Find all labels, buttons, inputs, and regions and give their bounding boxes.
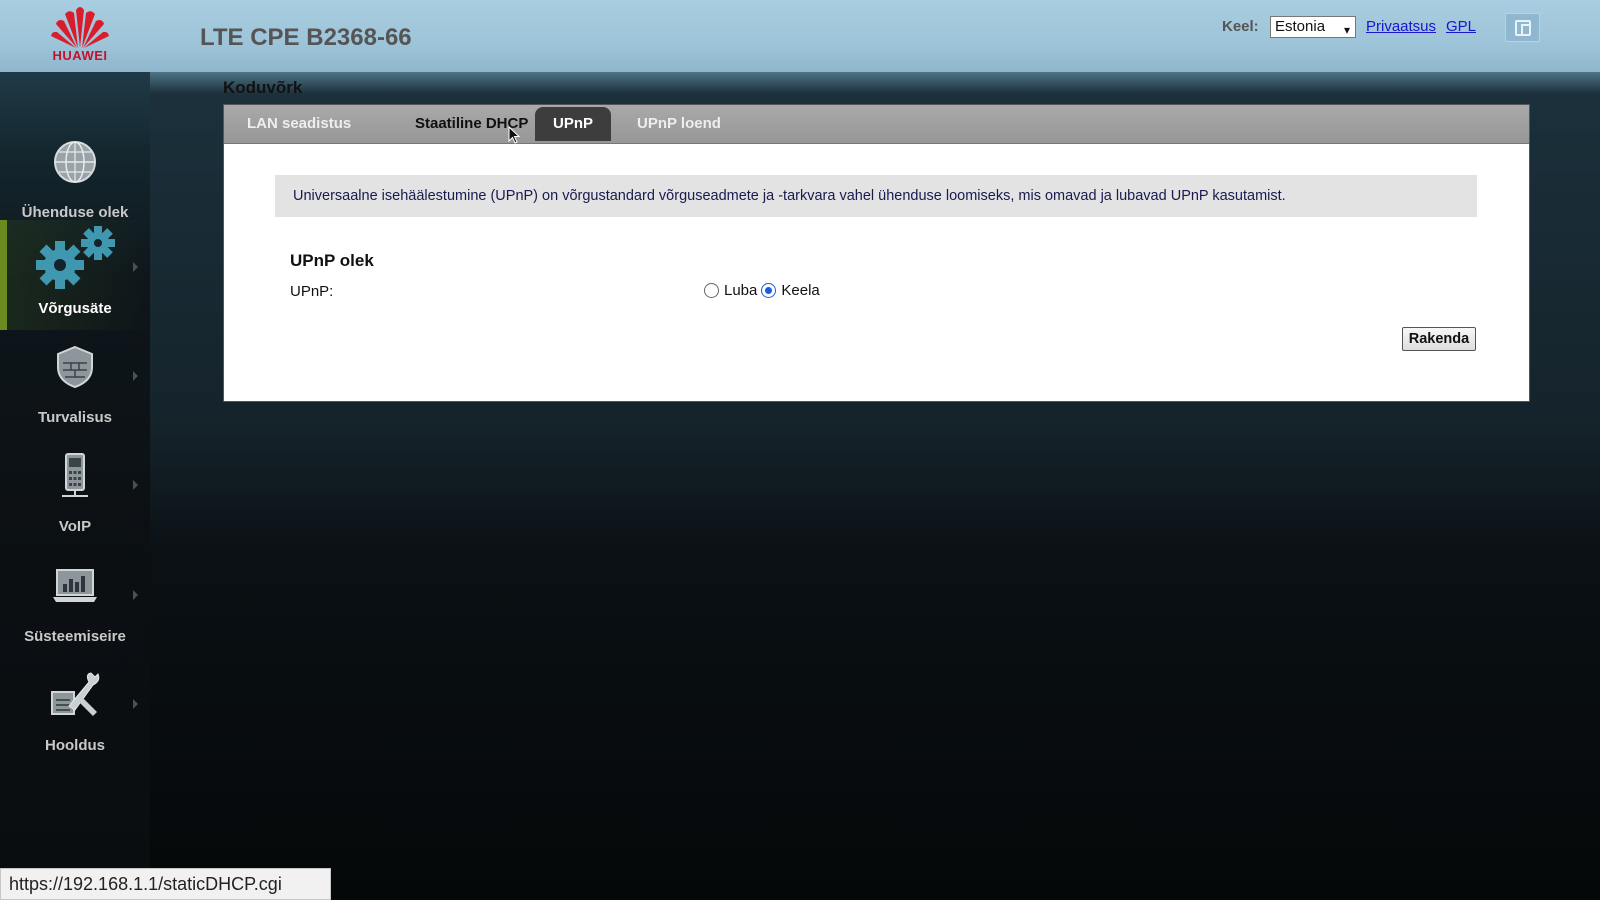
upnp-field-label: UPnP:	[290, 283, 334, 300]
privacy-link[interactable]: Privaatsus	[1366, 18, 1436, 35]
content-panel: LAN seadistus Staatiline DHCP UPnP UPnP …	[223, 104, 1530, 402]
sidebar-item-label: Süsteemiseire	[24, 628, 126, 645]
language-selected-value: Estonia	[1275, 18, 1326, 35]
chevron-right-icon	[133, 590, 138, 600]
sidebar-item-network-settings[interactable]: Võrgusäte	[0, 220, 150, 330]
top-header: HUAWEI LTE CPE B2368-66 Keel: Estonia ▾ …	[0, 0, 1600, 94]
sidebar-item-label: VoIP	[58, 518, 92, 535]
chevron-right-icon	[133, 699, 138, 709]
sidebar-item-system-monitor[interactable]: Süsteemiseire	[0, 548, 150, 658]
tab-bar: LAN seadistus Staatiline DHCP UPnP UPnP …	[224, 105, 1529, 144]
logout-icon	[1515, 20, 1531, 36]
upnp-disable-label: Keela	[781, 281, 820, 299]
sidebar-item-label: Võrgusäte	[38, 300, 112, 317]
globe-icon	[0, 130, 150, 194]
logout-button[interactable]	[1505, 13, 1540, 42]
huawei-logo: HUAWEI	[44, 4, 116, 66]
tab-lan-settings[interactable]: LAN seadistus	[229, 107, 369, 141]
chevron-right-icon	[133, 371, 138, 381]
language-select[interactable]: Estonia ▾	[1270, 16, 1356, 38]
sidebar-item-maintenance[interactable]: Hooldus	[0, 657, 150, 767]
sidebar-item-label: Hooldus	[45, 737, 105, 754]
upnp-enable-radio[interactable]	[704, 282, 719, 298]
sidebar: Ühenduse olek Võrgusäte Turvalisus VoIP …	[0, 72, 150, 900]
mouse-cursor-icon	[508, 125, 521, 149]
upnp-status-heading: UPnP olek	[290, 251, 374, 270]
language-label: Keel:	[1222, 18, 1259, 35]
device-title: LTE CPE B2368-66	[200, 24, 412, 51]
info-box: Universaalne isehäälestumine (UPnP) on v…	[275, 175, 1477, 217]
tab-upnp-list[interactable]: UPnP loend	[619, 107, 739, 141]
shield-icon	[0, 335, 150, 399]
wrench-icon	[0, 663, 150, 727]
tab-upnp[interactable]: UPnP	[535, 107, 612, 141]
phone-icon	[0, 444, 150, 508]
status-bar-url: https://192.168.1.1/staticDHCP.cgi	[0, 868, 331, 900]
sidebar-item-connection-status[interactable]: Ühenduse olek	[0, 124, 150, 234]
upnp-radio-group: Luba Keela	[704, 279, 824, 301]
gpl-link[interactable]: GPL	[1446, 18, 1476, 35]
sidebar-item-label: Ühenduse olek	[21, 204, 129, 221]
tab-static-dhcp[interactable]: Staatiline DHCP	[397, 107, 546, 141]
logo-text: HUAWEI	[52, 48, 108, 63]
chevron-right-icon	[133, 480, 138, 490]
monitor-icon	[0, 554, 150, 618]
apply-button[interactable]: Rakenda	[1402, 327, 1476, 351]
chevron-down-icon: ▾	[1343, 23, 1350, 37]
gears-icon	[0, 226, 150, 290]
upnp-disable-radio[interactable]	[761, 282, 777, 298]
sidebar-item-security[interactable]: Turvalisus	[0, 329, 150, 439]
page-title: Koduvõrk	[223, 78, 303, 97]
sidebar-item-label: Turvalisus	[38, 409, 112, 426]
huawei-petals-icon	[51, 7, 109, 49]
upnp-enable-label: Luba	[724, 281, 758, 299]
chevron-right-icon	[133, 262, 138, 272]
sidebar-item-voip[interactable]: VoIP	[0, 438, 150, 548]
